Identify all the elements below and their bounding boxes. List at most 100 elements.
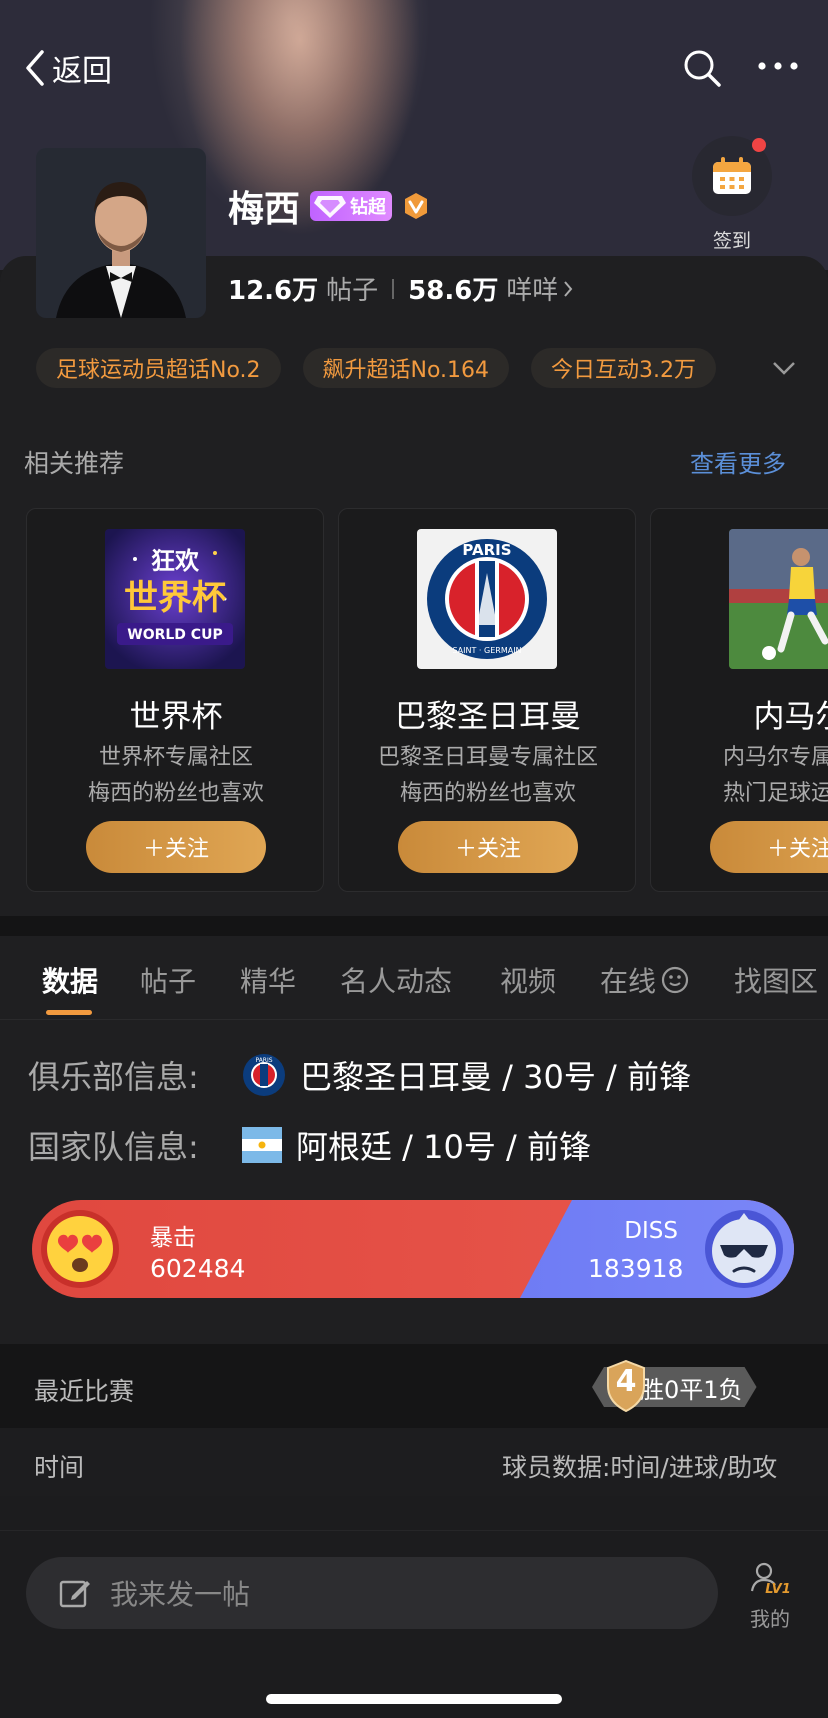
recommend-card-psg[interactable]: PARIS SAINT · GERMAIN 巴黎圣日耳曼 巴黎圣日耳曼专属社区 … — [338, 508, 636, 892]
worldcup-img-text-top: 狂欢 — [151, 547, 200, 575]
back-label: 返回 — [52, 54, 112, 89]
club-info-value: 巴黎圣日耳曼 / 30号 / 前锋 — [300, 1058, 691, 1096]
tab-find-image[interactable]: 找图区 — [734, 960, 818, 1000]
follow-button[interactable]: ＋关注 — [86, 821, 266, 873]
smile-icon — [661, 966, 689, 994]
psg-logo-text-top: PARIS — [462, 541, 511, 559]
compose-placeholder: 我来发一帖 — [110, 1578, 251, 1611]
profile-stats: 12.6万 帖子 58.6万 咩咩 — [228, 270, 574, 307]
club-logo: PARIS — [242, 1053, 286, 1097]
argentina-flag-icon — [242, 1127, 282, 1163]
tab-featured[interactable]: 精华 — [240, 960, 296, 1000]
cool-sunglasses-emoji-icon[interactable] — [704, 1209, 784, 1289]
tab-celebrity[interactable]: 名人动态 — [340, 960, 452, 1000]
checkin-label: 签到 — [712, 230, 751, 252]
match-record-badge[interactable]: 胜0平1负 4 — [592, 1360, 757, 1412]
checkin-circle — [692, 136, 772, 216]
top-navigation-bar: 返回 — [0, 40, 828, 96]
boost-count: 602484 — [150, 1254, 246, 1283]
edit-icon — [59, 1580, 90, 1608]
diamond-icon — [314, 196, 347, 218]
tag-interaction[interactable]: 今日互动3.2万 — [531, 348, 717, 388]
tag-list: 足球运动员超话No.2 飙升超话No.164 今日互动3.2万 — [36, 348, 717, 388]
tab-posts[interactable]: 帖子 — [140, 960, 196, 1000]
boost-diss-bar: 暴击 602484 DISS 183918 — [32, 1200, 794, 1298]
tab-video[interactable]: 视频 — [500, 960, 556, 1000]
badge-label: 钻超 — [350, 197, 387, 218]
search-icon[interactable] — [682, 48, 722, 88]
more-options-icon[interactable] — [756, 54, 800, 78]
card-title: 内马尔 — [753, 699, 828, 735]
tab-data[interactable]: 数据 — [42, 960, 98, 1000]
checkin-button[interactable]: 签到 — [692, 136, 772, 253]
mine-label: 我的 — [750, 1607, 790, 1631]
column-time: 时间 — [34, 1453, 85, 1482]
recommend-card-neymar[interactable]: 内马尔 内马尔专属社区 热门足球运动员 ＋关注 — [650, 508, 828, 892]
fans-label: 咩咩 — [506, 276, 559, 306]
wins-count: 4 — [615, 1364, 637, 1399]
card-subtitle: 世界杯专属社区 — [98, 745, 253, 770]
club-info-row: 俱乐部信息: PARIS 巴黎圣日耳曼 / 30号 / 前锋 — [28, 1052, 691, 1098]
national-info-value: 阿根廷 / 10号 / 前锋 — [296, 1128, 591, 1166]
tab-online[interactable]: 在线 — [600, 960, 690, 1000]
tag-rising[interactable]: 飙升超话No.164 — [302, 348, 510, 388]
worldcup-img-text-mid: 世界杯 — [124, 578, 226, 618]
user-level-icon: LV1 — [750, 1562, 791, 1597]
card-title: 巴黎圣日耳曼 — [395, 699, 581, 735]
column-player-stats: 球员数据:时间/进球/助攻 — [502, 1453, 778, 1482]
content-tabs: 数据 帖子 精华 名人动态 视频 在线 找图区 — [0, 936, 828, 1020]
club-info-label: 俱乐部信息: — [28, 1058, 199, 1096]
card-reason: 梅西的粉丝也喜欢 — [399, 781, 576, 806]
national-info-row: 国家队信息: 阿根廷 / 10号 / 前锋 — [28, 1122, 591, 1168]
card-title: 世界杯 — [129, 699, 223, 735]
club-logo-text: PARIS — [255, 1057, 272, 1064]
posts-count: 12.6万 — [228, 276, 319, 306]
boost-label: 暴击 — [150, 1225, 196, 1251]
avatar[interactable] — [36, 148, 206, 318]
recent-matches-bar: 最近比赛 胜0平1负 4 — [0, 1344, 828, 1428]
card-subtitle: 巴黎圣日耳曼专属社区 — [377, 745, 598, 770]
profile-name-row: 梅西 钻超 — [228, 180, 430, 232]
diamond-super-badge[interactable]: 钻超 — [310, 191, 393, 221]
stats-divider — [392, 278, 395, 299]
heart-eyes-emoji-icon[interactable] — [40, 1209, 120, 1289]
national-info-label: 国家队信息: — [28, 1128, 199, 1166]
mine-button[interactable]: LV1 我的 — [744, 1561, 796, 1632]
recommend-more-link[interactable]: 查看更多 — [690, 444, 786, 479]
level-badge: LV1 — [765, 1582, 791, 1597]
worldcup-image: 狂欢 世界杯 WORLD CUP — [105, 529, 245, 669]
tag-rank[interactable]: 足球运动员超话No.2 — [36, 348, 281, 388]
neymar-photo — [729, 529, 828, 669]
notification-dot — [752, 138, 766, 152]
compose-post-button[interactable]: 我来发一帖 — [26, 1557, 718, 1629]
chevron-left-icon — [26, 50, 44, 86]
recent-matches-label: 最近比赛 — [34, 1377, 135, 1406]
recommend-title: 相关推荐 — [24, 449, 125, 478]
active-tab-indicator — [46, 1010, 92, 1015]
home-indicator — [266, 1694, 562, 1704]
card-reason: 热门足球运动员 — [722, 781, 828, 806]
posts-label: 帖子 — [326, 276, 379, 306]
worldcup-img-text-bottom: WORLD CUP — [127, 627, 222, 643]
card-subtitle: 内马尔专属社区 — [722, 745, 828, 770]
chevron-right-icon — [564, 280, 573, 297]
diss-label: DISS — [624, 1218, 678, 1244]
follow-button[interactable]: ＋关注 — [710, 821, 828, 873]
card-reason: 梅西的粉丝也喜欢 — [87, 781, 264, 806]
section-divider — [0, 916, 828, 936]
psg-logo-text-bottom: SAINT · GERMAIN — [452, 646, 521, 655]
player-photo — [36, 148, 206, 318]
tab-online-label: 在线 — [600, 965, 657, 998]
profile-name: 梅西 — [228, 189, 301, 230]
recommend-card-worldcup[interactable]: 狂欢 世界杯 WORLD CUP 世界杯 世界杯专属社区 梅西的粉丝也喜欢 ＋关… — [26, 508, 324, 892]
fans-link[interactable]: 58.6万 咩咩 — [408, 270, 574, 307]
recommend-carousel[interactable]: 狂欢 世界杯 WORLD CUP 世界杯 世界杯专属社区 梅西的粉丝也喜欢 ＋关… — [26, 508, 828, 892]
follow-button[interactable]: ＋关注 — [398, 821, 578, 873]
match-table-header: 时间 球员数据:时间/进球/助攻 — [0, 1428, 828, 1496]
fans-count: 58.6万 — [408, 276, 499, 306]
back-button[interactable]: 返回 — [24, 46, 112, 90]
calendar-icon — [713, 157, 751, 194]
diss-count: 183918 — [588, 1254, 684, 1283]
chevron-down-icon[interactable] — [770, 356, 798, 380]
psg-logo-image: PARIS SAINT · GERMAIN — [417, 529, 557, 669]
